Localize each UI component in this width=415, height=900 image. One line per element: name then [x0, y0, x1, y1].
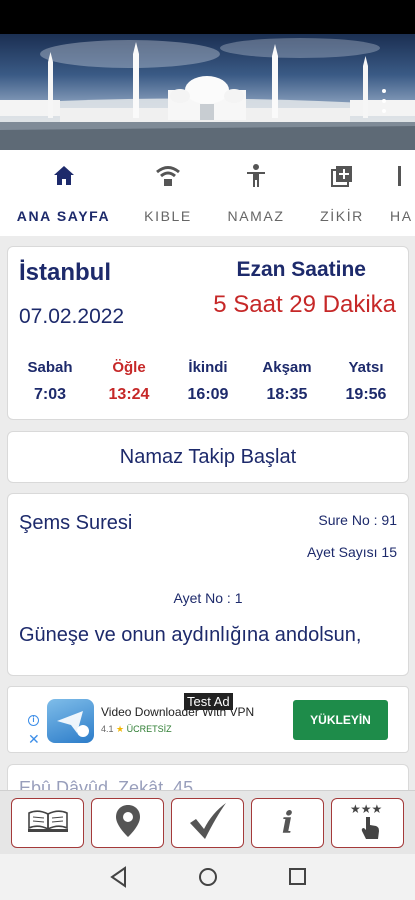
- quran-button[interactable]: [11, 798, 84, 848]
- ayet-count: Ayet Sayısı 15: [306, 544, 397, 560]
- location-pin-icon: [115, 804, 141, 843]
- prayer-time-aksam: Akşam 18:35: [247, 359, 327, 404]
- mosque-banner: [0, 34, 415, 150]
- prayer-time-yatsi: Yatsı 19:56: [326, 359, 406, 404]
- checkmark-icon: [186, 801, 230, 846]
- ad-app-icon: [47, 699, 94, 743]
- bottom-toolbar: i ★★★: [0, 790, 415, 854]
- ayet-number: Ayet No : 1: [173, 590, 243, 606]
- prayer-times-row: Sabah 7:03 Öğle 13:24 İkindi 16:09 Akşam…: [8, 359, 408, 415]
- tab-bar: ANA SAYFA KIBLE NAMAZ ZİKİR HA: [0, 150, 415, 236]
- partial-icon: [390, 162, 415, 190]
- prayer-name: Sabah: [27, 359, 73, 376]
- prayer-time-ikindi: İkindi 16:09: [168, 359, 248, 404]
- tab-label: ANA SAYFA: [16, 208, 111, 224]
- overflow-menu-icon[interactable]: [379, 89, 389, 113]
- sure-number: Sure No : 91: [318, 512, 397, 528]
- star-icon: ★: [116, 724, 125, 734]
- prayer-time: 16:09: [187, 386, 229, 403]
- tab-namaz[interactable]: NAMAZ: [215, 150, 297, 236]
- prayer-name: Yatsı: [348, 359, 384, 376]
- tab-label: NAMAZ: [227, 208, 285, 224]
- back-icon[interactable]: [109, 866, 129, 893]
- ad-price: ÜCRETSİZ: [126, 724, 172, 734]
- tab-label: ZİKİR: [320, 208, 364, 224]
- info-button[interactable]: i: [251, 798, 324, 848]
- rate-stars-icon: ★★★: [346, 801, 390, 846]
- time-remaining: 5 Saat 29 Dakika: [213, 291, 396, 318]
- ad-close-icon[interactable]: ✕: [28, 732, 40, 746]
- ad-banner[interactable]: i ✕ Video Downloader With VPN 4.1 ★ ÜCRE…: [7, 686, 409, 753]
- svg-text:★★★: ★★★: [350, 802, 382, 816]
- home-icon: [52, 162, 76, 190]
- verse-text: Güneşe ve onun aydınlığına andolsun,: [19, 624, 362, 646]
- book-icon: [26, 808, 70, 839]
- rate-app-button[interactable]: ★★★: [331, 798, 404, 848]
- location-button[interactable]: [91, 798, 164, 848]
- verse-card[interactable]: Şems Suresi Sure No : 91 Ayet Sayısı 15 …: [7, 493, 409, 676]
- mosque-image: [0, 38, 415, 150]
- tasbih-icon: [329, 162, 355, 190]
- person-icon: [244, 162, 268, 190]
- prayer-time: 19:56: [345, 386, 387, 403]
- prayer-name: Öğle: [112, 359, 146, 376]
- prayer-time-sabah: Sabah 7:03: [10, 359, 90, 404]
- start-prayer-tracking-button[interactable]: Namaz Takip Başlat: [7, 431, 409, 483]
- status-bar: [0, 0, 415, 34]
- tab-kible[interactable]: KIBLE: [127, 150, 209, 236]
- ad-info-icon[interactable]: i: [28, 715, 39, 726]
- prayer-name: İkindi: [188, 359, 228, 376]
- ezan-title: Ezan Saatine: [236, 258, 366, 281]
- info-icon: i: [281, 805, 294, 841]
- prayer-time-ogle: Öğle 13:24: [89, 359, 169, 404]
- city-name[interactable]: İstanbul: [19, 259, 111, 287]
- prayer-name: Akşam: [262, 359, 312, 376]
- ad-install-button[interactable]: YÜKLEYİN: [293, 700, 388, 740]
- tab-label: KIBLE: [144, 208, 192, 224]
- tracking-button[interactable]: [171, 798, 244, 848]
- recents-icon[interactable]: [287, 866, 307, 893]
- tab-zikir[interactable]: ZİKİR: [301, 150, 383, 236]
- home-circle-icon[interactable]: [197, 866, 219, 893]
- current-date: 07.02.2022: [19, 305, 125, 328]
- prayer-times-card: İstanbul 07.02.2022 Ezan Saatine 5 Saat …: [7, 246, 409, 420]
- android-nav-bar: [0, 854, 415, 900]
- prayer-time: 18:35: [266, 386, 308, 403]
- prayer-time: 13:24: [108, 386, 150, 403]
- ad-rating: 4.1 ★ ÜCRETSİZ: [101, 724, 172, 735]
- test-ad-label: Test Ad: [184, 693, 233, 710]
- rating-value: 4.1: [101, 724, 114, 734]
- tab-ana-sayfa[interactable]: ANA SAYFA: [0, 150, 127, 236]
- sure-name: Şems Suresi: [19, 512, 133, 534]
- prayer-time: 7:03: [33, 386, 67, 403]
- tab-ha[interactable]: HA: [390, 150, 415, 236]
- qibla-icon: [155, 162, 181, 190]
- tab-label: HA: [390, 208, 413, 224]
